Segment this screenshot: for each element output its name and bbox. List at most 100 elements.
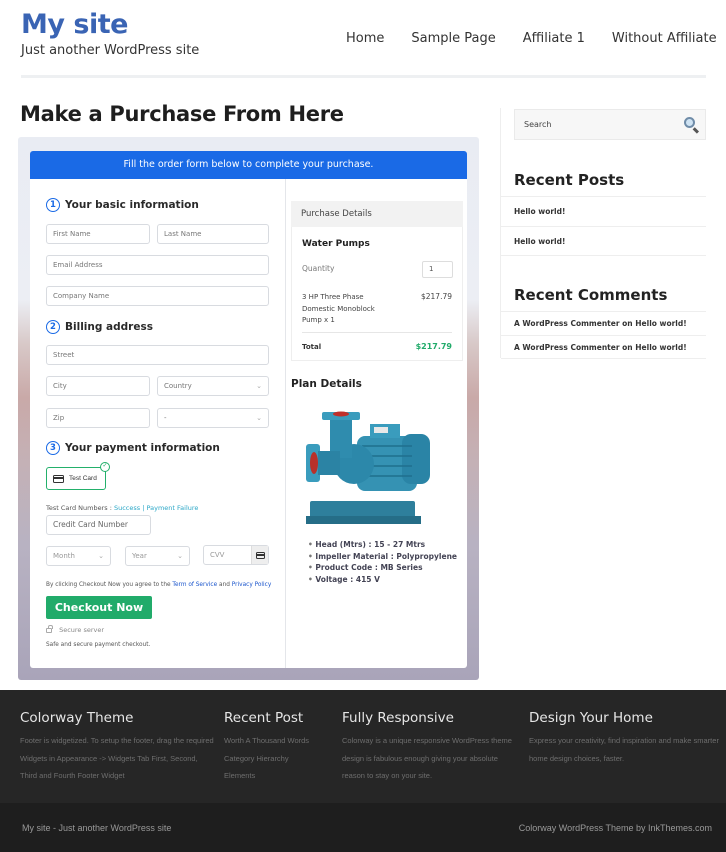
search-icon[interactable] [684, 117, 695, 128]
city-input[interactable]: City [46, 376, 150, 396]
total-label: Total [302, 343, 322, 351]
search-placeholder: Search [524, 120, 552, 129]
spec-item: Head (Mtrs) : 15 - 27 Mtrs [308, 539, 457, 551]
recent-comment-link[interactable]: A WordPress Commenter on Hello world! [501, 311, 706, 335]
search-input[interactable]: Search [514, 109, 706, 140]
footer-col-title: Recent Post [224, 710, 304, 726]
plan-details-heading: Plan Details [291, 378, 362, 390]
nav-home[interactable]: Home [346, 31, 384, 46]
section-title: Billing address [65, 321, 153, 333]
agree-text: By clicking Checkout Now you agree to th… [46, 582, 171, 588]
credit-card-icon [53, 474, 64, 483]
recent-comments-title: Recent Comments [514, 286, 668, 304]
footer-col-responsive: Fully Responsive Colorway is a unique re… [342, 710, 520, 785]
header-divider [21, 75, 706, 78]
product-name: Water Pumps [302, 239, 370, 249]
footer-site-credit: My site - Just another WordPress site [22, 823, 172, 833]
company-input[interactable]: Company Name [46, 286, 269, 306]
footer-col-title: Design Your Home [529, 710, 653, 726]
footer-post-link[interactable]: Elements [224, 767, 334, 785]
section-payment: 3 Your payment information [46, 441, 220, 455]
column-divider [285, 179, 286, 668]
chevron-down-icon: ⌄ [256, 382, 262, 390]
success-link[interactable]: Success [114, 504, 140, 512]
purchase-details-heading: Purchase Details [291, 201, 463, 227]
quantity-label: Quantity [302, 264, 335, 273]
test-card-numbers: Test Card Numbers : Success | Payment Fa… [46, 504, 198, 512]
recent-comment-link[interactable]: A WordPress Commenter on Hello world! [501, 335, 706, 359]
footer-widgets: Colorway Theme Footer is widgetized. To … [0, 690, 726, 803]
nav-without-affiliate[interactable]: Without Affiliate [612, 31, 717, 46]
month-select[interactable]: Month ⌄ [46, 546, 111, 566]
country-select-value: Country [164, 382, 192, 390]
plan-specs: Head (Mtrs) : 15 - 27 Mtrs Impeller Mate… [308, 539, 457, 585]
step-number-icon: 1 [46, 198, 60, 212]
year-select-value: Year [132, 552, 147, 560]
site-title[interactable]: My site [21, 9, 128, 40]
safe-checkout-text: Safe and secure payment checkout. [46, 642, 151, 648]
recent-post-link[interactable]: Hello world! [501, 226, 706, 256]
step-number-icon: 2 [46, 320, 60, 334]
quantity-input[interactable]: 1 [422, 261, 453, 278]
footer-post-link[interactable]: Category Hierarchy [224, 750, 334, 768]
purchase-details: Purchase Details Water Pumps Quantity 1 … [291, 201, 463, 361]
section-billing: 2 Billing address [46, 320, 153, 334]
check-icon: ✓ [100, 462, 110, 472]
order-form-card: Fill the order form below to complete yo… [30, 151, 467, 668]
recent-post-link[interactable]: Hello world! [501, 196, 706, 226]
state-select-value: - [164, 414, 167, 422]
cvv-placeholder: CVV [210, 551, 225, 559]
purchase-details-body: Water Pumps Quantity 1 3 HP Three Phase … [291, 227, 463, 361]
first-name-input[interactable]: First Name [46, 224, 150, 244]
footer-post-link[interactable]: Worth A Thousand Words [224, 732, 334, 750]
test-card-option[interactable]: Test Card ✓ [46, 462, 110, 490]
section-basic-info: 1 Your basic information [46, 198, 199, 212]
section-title: Your basic information [65, 199, 199, 211]
lock-icon [46, 624, 53, 633]
last-name-input[interactable]: Last Name [157, 224, 269, 244]
footer-col-text: Colorway is a unique responsive WordPres… [342, 736, 512, 780]
agreement-text: By clicking Checkout Now you agree to th… [46, 582, 271, 588]
footer-col-title: Fully Responsive [342, 710, 454, 726]
main-nav: Home Sample Page Affiliate 1 Without Aff… [346, 31, 717, 46]
footer-col-recent-post: Recent Post Worth A Thousand Words Categ… [224, 710, 334, 785]
zip-input[interactable]: Zip [46, 408, 150, 428]
page-title: Make a Purchase From Here [20, 102, 344, 126]
line-item-price: $217.79 [420, 292, 452, 301]
total-divider [302, 332, 452, 333]
nav-affiliate-1[interactable]: Affiliate 1 [523, 31, 585, 46]
form-banner: Fill the order form below to complete yo… [30, 151, 467, 179]
test-card-label: Test Card [69, 475, 97, 482]
step-number-icon: 3 [46, 441, 60, 455]
chevron-down-icon: ⌄ [256, 414, 262, 422]
section-title: Your payment information [65, 442, 220, 454]
terms-link[interactable]: Term of Service [172, 582, 217, 588]
street-input[interactable]: Street [46, 345, 269, 365]
cvv-input[interactable]: CVV [203, 545, 269, 565]
country-select[interactable]: Country ⌄ [157, 376, 269, 396]
secure-server-label: Secure server [59, 626, 105, 634]
footer-col-title: Colorway Theme [20, 710, 134, 726]
cvv-card-icon [251, 546, 268, 564]
footer-theme-credit[interactable]: Colorway WordPress Theme by InkThemes.co… [519, 823, 712, 833]
footer-bottom-bar: My site - Just another WordPress site Co… [0, 803, 726, 852]
footer-col-text: Footer is widgetized. To setup the foote… [20, 736, 214, 780]
checkout-now-button[interactable]: Checkout Now [46, 596, 152, 619]
chevron-down-icon: ⌄ [98, 552, 104, 560]
month-select-value: Month [53, 552, 75, 560]
year-select[interactable]: Year ⌄ [125, 546, 190, 566]
and-text: and [219, 582, 230, 588]
footer-col-design-home: Design Your Home Express your creativity… [529, 710, 721, 767]
footer-col-colorway: Colorway Theme Footer is widgetized. To … [20, 710, 215, 785]
footer-col-text: Express your creativity, find inspiratio… [529, 736, 719, 763]
card-number-input[interactable]: Credit Card Number [46, 515, 151, 535]
nav-sample-page[interactable]: Sample Page [411, 31, 495, 46]
privacy-link[interactable]: Privacy Policy [232, 582, 272, 588]
state-select[interactable]: - ⌄ [157, 408, 269, 428]
line-item-name: 3 HP Three Phase Domestic Monoblock Pump… [302, 293, 375, 324]
spec-item: Product Code : MB Series [308, 562, 457, 574]
link-separator: | [142, 504, 145, 512]
payment-failure-link[interactable]: Payment Failure [147, 504, 199, 512]
test-numbers-label: Test Card Numbers : [46, 504, 112, 512]
email-input[interactable]: Email Address [46, 255, 269, 275]
